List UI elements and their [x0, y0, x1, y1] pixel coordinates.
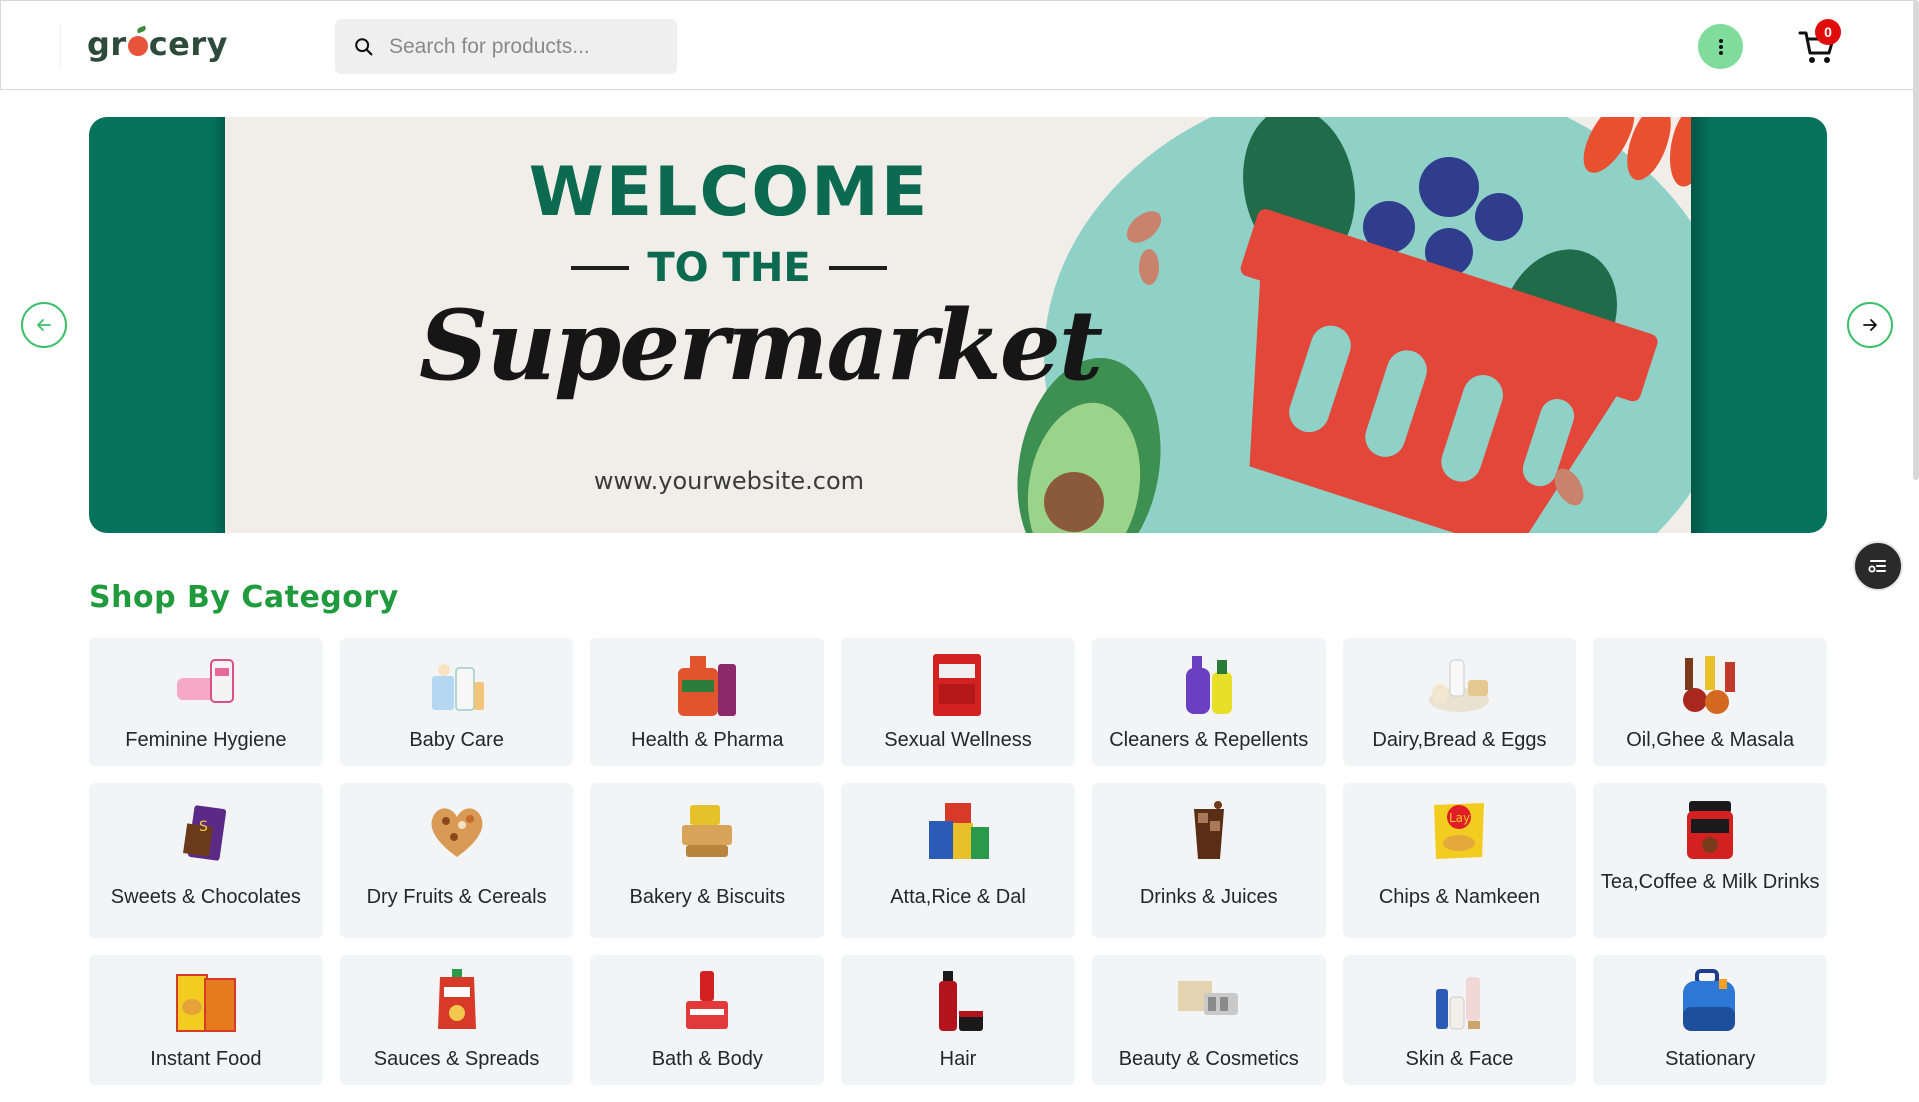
category-row: Instant Food Sauces & Spreads Bath & Bod…	[89, 955, 1828, 1085]
category-label: Baby Care	[409, 729, 504, 751]
dairy-items-icon	[1429, 659, 1490, 712]
arrow-right-icon	[1863, 319, 1877, 331]
svg-text:Lay's: Lay's	[1449, 811, 1480, 825]
banner-left-frame	[89, 117, 225, 533]
category-label: Oil,Ghee & Masala	[1626, 729, 1795, 751]
category-tile-atta-rice-dal[interactable]: Atta,Rice & Dal	[841, 783, 1075, 938]
page-scrollbar[interactable]	[1913, 0, 1919, 480]
category-tile-oil-ghee-masala[interactable]: Oil,Ghee & Masala	[1593, 638, 1828, 766]
top-header: grcery 0	[0, 0, 1916, 90]
banner-website: www.yourwebsite.com	[593, 467, 865, 495]
banner-subline: TO THE	[469, 245, 989, 291]
category-label: Stationary	[1665, 1048, 1756, 1070]
grain-packets-icon	[929, 803, 990, 859]
category-tile-dairy-bread-eggs[interactable]: Dairy,Bread & Eggs	[1342, 638, 1577, 766]
cart-count-badge: 0	[1815, 19, 1841, 45]
category-tile-feminine-hygiene[interactable]: Feminine Hygiene	[89, 638, 323, 766]
category-row: Feminine Hygiene Baby Care Health & Phar…	[89, 638, 1828, 766]
category-tile-bakery-biscuits[interactable]: Bakery & Biscuits	[590, 783, 825, 938]
category-tile-drinks-juices[interactable]: Drinks & Juices	[1091, 783, 1326, 938]
logo-apple-icon	[127, 36, 148, 56]
school-bag-icon	[1683, 969, 1736, 1031]
baby-care-icon	[431, 664, 484, 711]
search-icon	[355, 37, 373, 55]
category-label: Skin & Face	[1405, 1048, 1514, 1070]
category-label: Drinks & Juices	[1139, 886, 1278, 908]
hair-products-icon	[939, 971, 984, 1031]
svg-text:S: S	[199, 819, 208, 835]
category-tile-sexual-wellness[interactable]: Sexual Wellness	[841, 638, 1075, 766]
category-label: Dry Fruits & Cereals	[366, 886, 547, 908]
search-input[interactable]	[387, 33, 667, 60]
category-tile-bath-body[interactable]: Bath & Body	[590, 955, 825, 1085]
category-grid: Feminine Hygiene Baby Care Health & Phar…	[89, 638, 1828, 1102]
carousel-next-button[interactable]	[1847, 302, 1893, 348]
cleaner-bottles-icon	[1185, 656, 1232, 714]
noodle-packets-icon	[175, 974, 236, 1032]
chips-packet-icon: Lay's	[1434, 803, 1485, 859]
dry-fruit-heart-icon	[431, 808, 483, 857]
oil-masala-icon	[1683, 656, 1736, 714]
category-tile-dry-fruits-cereals[interactable]: Dry Fruits & Cereals	[339, 783, 574, 938]
floating-filter-button[interactable]	[1853, 541, 1903, 591]
sexual-wellness-icon	[933, 654, 982, 716]
coffee-jar-icon	[1687, 801, 1734, 859]
header-divider	[60, 23, 61, 69]
category-label: Sweets & Chocolates	[110, 886, 301, 908]
category-label: Chips & Namkeen	[1378, 886, 1541, 908]
vertical-dots-icon	[1718, 38, 1723, 55]
category-tile-instant-food[interactable]: Instant Food	[89, 955, 323, 1085]
category-tile-stationary[interactable]: Stationary	[1593, 955, 1828, 1085]
category-row: S Sweets & Chocolates Dry Fruits & Cerea…	[89, 783, 1828, 938]
category-label: Cleaners & Repellents	[1109, 729, 1309, 751]
carousel-prev-button[interactable]	[21, 302, 67, 348]
category-label: Feminine Hygiene	[125, 729, 287, 751]
logo-text-end: cery	[148, 25, 228, 63]
category-label: Tea,Coffee & Milk Drinks	[1600, 871, 1820, 893]
category-tile-health-pharma[interactable]: Health & Pharma	[590, 638, 825, 766]
filter-list-icon	[1868, 560, 1886, 573]
category-tile-sweets-chocolates[interactable]: S Sweets & Chocolates	[89, 783, 323, 938]
category-label: Dairy,Bread & Eggs	[1372, 729, 1547, 751]
category-label: Beauty & Cosmetics	[1118, 1048, 1299, 1070]
category-label: Atta,Rice & Dal	[890, 886, 1026, 908]
banner-right-frame	[1691, 117, 1827, 533]
category-tile-tea-coffee-milk[interactable]: Tea,Coffee & Milk Drinks	[1593, 783, 1828, 938]
dash-right	[828, 266, 887, 270]
health-pharma-icon	[678, 656, 737, 716]
banner-headline: WELCOME	[528, 153, 930, 232]
chocolate-bar-icon: S	[182, 805, 226, 861]
category-tile-hair[interactable]: Hair	[841, 955, 1075, 1085]
bakery-items-icon	[682, 805, 733, 857]
category-label: Hair	[939, 1048, 977, 1070]
category-tile-baby-care[interactable]: Baby Care	[339, 638, 574, 766]
cosmetics-box-icon	[1177, 981, 1238, 1015]
category-tile-cleaners-repellents[interactable]: Cleaners & Repellents	[1091, 638, 1326, 766]
category-label: Bath & Body	[651, 1048, 763, 1070]
banner-script-title: Supermarket	[419, 289, 1103, 402]
category-label: Sauces & Spreads	[373, 1048, 540, 1070]
arrow-left-icon	[37, 319, 51, 331]
bath-products-icon	[686, 971, 729, 1029]
feminine-hygiene-icon	[176, 659, 234, 703]
drink-glass-icon	[1193, 801, 1224, 859]
search-bar[interactable]	[335, 19, 677, 74]
category-label: Instant Food	[150, 1048, 262, 1070]
category-label: Sexual Wellness	[884, 729, 1032, 751]
banner-subline-text: TO THE	[647, 245, 811, 291]
hero-banner[interactable]: WELCOME TO THE Supermarket www.yourwebsi…	[89, 117, 1827, 533]
skincare-bottles-icon	[1436, 977, 1481, 1030]
category-label: Bakery & Biscuits	[629, 886, 786, 908]
category-tile-sauces-spreads[interactable]: Sauces & Spreads	[339, 955, 574, 1085]
category-tile-chips-namkeen[interactable]: Lay's Chips & Namkeen	[1342, 783, 1577, 938]
dash-left	[571, 266, 630, 270]
category-label: Health & Pharma	[631, 729, 784, 751]
grocery-logo[interactable]: gr cery	[87, 25, 228, 63]
logo-text-start: gr	[87, 25, 127, 63]
sauce-pouch-icon	[437, 969, 476, 1029]
more-options-button[interactable]	[1698, 24, 1743, 69]
category-tile-beauty-cosmetics[interactable]: Beauty & Cosmetics	[1091, 955, 1326, 1085]
shop-by-category-heading: Shop By Category	[89, 580, 399, 615]
category-tile-skin-face[interactable]: Skin & Face	[1342, 955, 1577, 1085]
